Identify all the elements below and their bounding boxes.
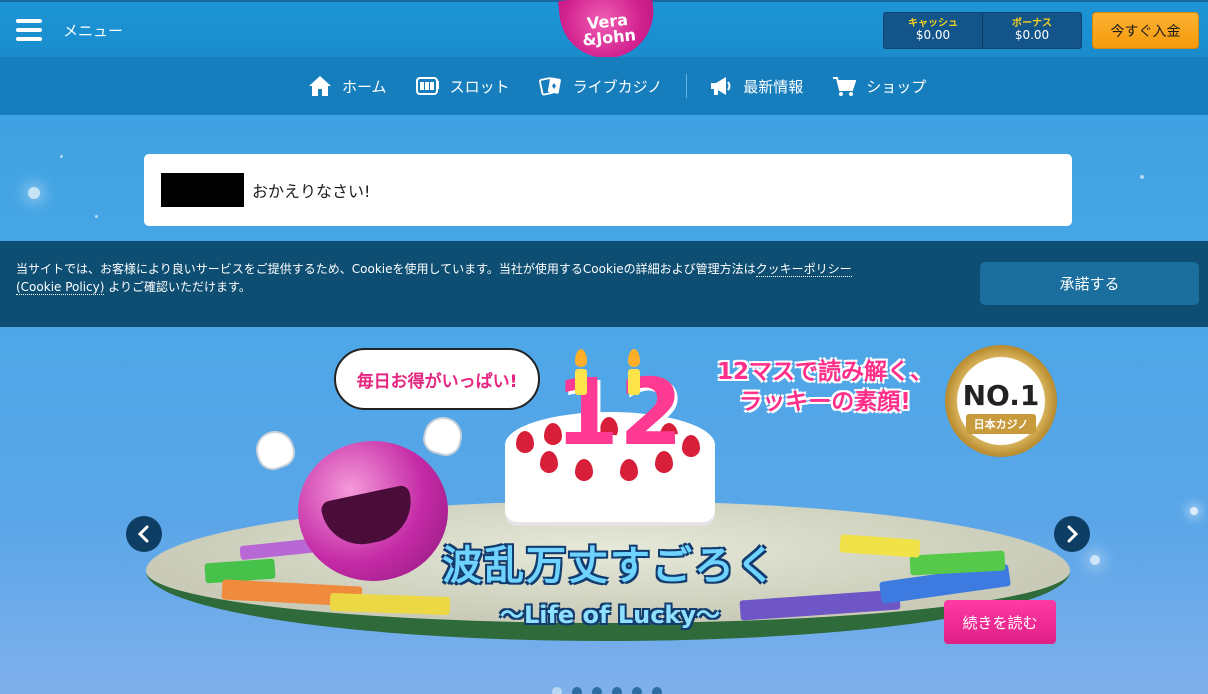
bonus-balance: ボーナス $0.00 xyxy=(982,13,1081,48)
hero-headline: 12マスで読み解く、 ラッキーの素顔! xyxy=(710,357,940,417)
badge-no1: NO.1 xyxy=(962,379,1040,412)
nav-divider xyxy=(686,74,688,98)
speech-bubble: 毎日お得がいっぱい! xyxy=(334,348,540,410)
welcome-message: おかえりなさい! xyxy=(252,182,371,201)
candle xyxy=(575,369,587,395)
cookie-text-after: よりご確認いただけます。 xyxy=(104,280,251,294)
nav-item-live-casino[interactable]: ライブカジノ xyxy=(538,75,663,97)
nav-item-slots[interactable]: スロット xyxy=(415,75,510,97)
welcome-panel: おかえりなさい! xyxy=(144,154,1072,226)
bokeh-light xyxy=(95,215,98,218)
hero-carousel[interactable]: 12 毎日お得がいっぱい! 12マスで読み解く、 ラッキーの素顔! NO.1 日… xyxy=(0,327,1208,694)
bonus-value: $0.00 xyxy=(1014,28,1050,43)
bokeh-light xyxy=(1140,175,1144,179)
mascot-glove-right xyxy=(419,412,467,460)
chevron-right-icon xyxy=(1067,525,1079,543)
hamburger-menu-icon[interactable] xyxy=(16,19,42,41)
cards-icon xyxy=(538,77,561,96)
cookie-notice-text: 当サイトでは、お客様により良いサービスをご提供するため、Cookieを使用してい… xyxy=(16,260,936,296)
carousel-dot[interactable] xyxy=(652,687,662,694)
carousel-next-button[interactable] xyxy=(1054,516,1090,552)
strawberry xyxy=(682,435,700,457)
cash-balance: キャッシュ $0.00 xyxy=(884,13,982,48)
cash-value: $0.00 xyxy=(915,28,951,43)
nav-label-news: 最新情報 xyxy=(743,77,804,96)
nav-label-live-casino: ライブカジノ xyxy=(572,77,663,96)
nav-label-shop: ショップ xyxy=(866,77,927,96)
nav-label-slots: スロット xyxy=(449,77,510,96)
nav-item-home[interactable]: ホーム xyxy=(308,75,387,97)
vera-john-logo[interactable]: Vera &John xyxy=(558,0,658,63)
top-bar: メニュー Vera &John キャッシュ $0.00 ボーナス $0.00 今… xyxy=(0,0,1208,63)
hero-subtitle: 〜Life of Lucky〜 xyxy=(499,601,721,629)
carousel-dot[interactable] xyxy=(592,687,602,694)
carousel-dot[interactable] xyxy=(552,687,562,694)
read-more-button[interactable]: 続きを読む xyxy=(944,600,1056,644)
deposit-now-button[interactable]: 今すぐ入金 xyxy=(1092,12,1199,49)
carousel-prev-button[interactable] xyxy=(126,516,162,552)
logo-text-john: &John xyxy=(581,25,637,50)
home-icon xyxy=(309,76,331,96)
candle-flame xyxy=(628,349,640,367)
cookie-policy-link-en[interactable]: (Cookie Policy) xyxy=(16,280,105,295)
cart-icon xyxy=(833,77,857,96)
main-nav: ホーム スロット ライブカジノ 最新情報 ショップ xyxy=(0,57,1208,115)
slot-icon xyxy=(415,77,439,95)
strawberry xyxy=(516,431,534,453)
candle xyxy=(628,369,640,395)
hero-headline-line1: 12マスで読み解く、 xyxy=(716,359,933,385)
nav-item-shop[interactable]: ショップ xyxy=(832,75,926,97)
nav-label-home: ホーム xyxy=(342,77,387,96)
megaphone-icon xyxy=(711,77,731,95)
menu-label[interactable]: メニュー xyxy=(63,20,123,41)
badge-japan-casino: 日本カジノ xyxy=(965,414,1037,434)
cookie-policy-link[interactable]: クッキーポリシー xyxy=(755,262,852,277)
nav-item-news[interactable]: 最新情報 xyxy=(709,75,803,97)
hero-title: 波乱万丈すごろく xyxy=(442,543,778,589)
carousel-dot[interactable] xyxy=(612,687,622,694)
balance-display[interactable]: キャッシュ $0.00 ボーナス $0.00 xyxy=(883,12,1082,49)
hero-headline-line2: ラッキーの素顔! xyxy=(739,389,911,415)
accept-cookies-button[interactable]: 承諾する xyxy=(980,262,1199,305)
carousel-dot[interactable] xyxy=(632,687,642,694)
redacted-username xyxy=(161,173,244,207)
bokeh-light xyxy=(60,155,63,158)
carousel-dot[interactable] xyxy=(572,687,582,694)
cookie-text-before: 当サイトでは、お客様により良いサービスをご提供するため、Cookieを使用してい… xyxy=(16,262,756,276)
bokeh-light xyxy=(28,187,40,199)
candle-flame xyxy=(575,349,587,367)
carousel-pagination xyxy=(552,687,672,694)
chevron-left-icon xyxy=(137,525,149,543)
no1-japan-casino-badge: NO.1 日本カジノ xyxy=(945,345,1057,457)
mascot-glove-left xyxy=(250,425,300,475)
